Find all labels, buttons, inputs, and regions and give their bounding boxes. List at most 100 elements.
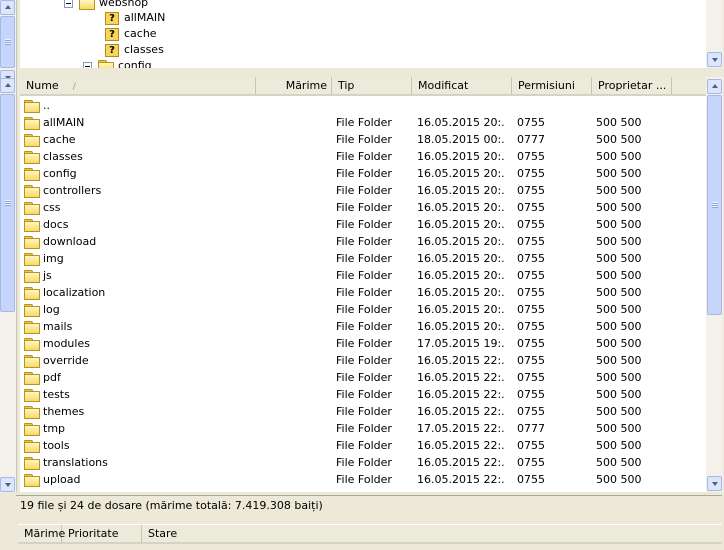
type-cell: File Folder bbox=[336, 269, 392, 282]
modified-cell: 16.05.2015 20:... bbox=[417, 116, 505, 129]
file-name: js bbox=[43, 269, 52, 282]
column-label: Mărime bbox=[285, 79, 327, 92]
type-cell: File Folder bbox=[336, 218, 392, 231]
file-name: log bbox=[43, 303, 60, 316]
table-row[interactable]: docs File Folder 16.05.2015 20:... 0755 500 … bbox=[20, 216, 706, 233]
table-row[interactable]: override File Folder 16.05.2015 22:... 0755… bbox=[20, 352, 706, 369]
scroll-thumb[interactable] bbox=[707, 95, 722, 315]
permissions-cell: 0755 bbox=[517, 439, 545, 452]
name-cell: override bbox=[24, 352, 89, 369]
table-row[interactable]: img File Folder 16.05.2015 20:... 0755 500 5… bbox=[20, 250, 706, 267]
table-row[interactable]: js File Folder 16.05.2015 20:... 0755 500 50… bbox=[20, 267, 706, 284]
queue-column-state[interactable]: Stare bbox=[142, 525, 222, 543]
type-cell: File Folder bbox=[336, 405, 392, 418]
name-cell: tools bbox=[24, 437, 70, 454]
name-cell: .. bbox=[24, 97, 50, 114]
tree-scrollbar[interactable] bbox=[706, 0, 723, 68]
column-label: Mărime bbox=[24, 527, 66, 540]
table-row[interactable]: allMAIN File Folder 16.05.2015 20:... 0755 5… bbox=[20, 114, 706, 131]
scroll-down-button[interactable] bbox=[0, 477, 15, 492]
table-row[interactable]: config File Folder 16.05.2015 20:... 0755 50… bbox=[20, 165, 706, 182]
table-row[interactable]: mails File Folder 16.05.2015 20:... 0755 500… bbox=[20, 318, 706, 335]
permissions-cell: 0755 bbox=[517, 184, 545, 197]
column-label: Permisiuni bbox=[518, 79, 575, 92]
column-label: Tip bbox=[338, 79, 355, 92]
name-cell: pdf bbox=[24, 369, 61, 386]
table-row[interactable]: tools File Folder 16.05.2015 22:... 0755 500… bbox=[20, 437, 706, 454]
column-header-owner[interactable]: Proprietar ... bbox=[592, 77, 672, 94]
folder-icon bbox=[24, 473, 40, 487]
file-name: controllers bbox=[43, 184, 102, 197]
table-row[interactable]: localization File Folder 16.05.2015 20:...… bbox=[20, 284, 706, 301]
table-row[interactable]: classes File Folder 16.05.2015 20:... 0755 5… bbox=[20, 148, 706, 165]
type-cell: File Folder bbox=[336, 388, 392, 401]
name-cell: css bbox=[24, 199, 61, 216]
table-row[interactable]: css File Folder 16.05.2015 20:... 0755 500 5… bbox=[20, 199, 706, 216]
tree-node-config[interactable]: config bbox=[83, 58, 152, 68]
name-cell: controllers bbox=[24, 182, 101, 199]
local-pane-scrollbar[interactable] bbox=[0, 0, 17, 492]
table-row[interactable]: themes File Folder 16.05.2015 22:... 0755 50… bbox=[20, 403, 706, 420]
file-name: override bbox=[43, 354, 89, 367]
scroll-thumb[interactable] bbox=[0, 16, 15, 68]
file-name: tests bbox=[43, 388, 70, 401]
permissions-cell: 0755 bbox=[517, 269, 545, 282]
column-label: Nume bbox=[26, 79, 59, 92]
type-cell: File Folder bbox=[336, 252, 392, 265]
column-label: Prioritate bbox=[68, 527, 119, 540]
folder-icon bbox=[24, 167, 40, 181]
type-cell: File Folder bbox=[336, 439, 392, 452]
column-header-modified[interactable]: Modificat bbox=[412, 77, 512, 94]
tree-node-allmain[interactable]: ? allMAIN bbox=[105, 10, 165, 26]
table-row-parent[interactable]: .. bbox=[20, 97, 706, 114]
column-header-size[interactable]: Mărime bbox=[256, 77, 332, 94]
table-row[interactable]: upload File Folder 16.05.2015 22:... 0755 50… bbox=[20, 471, 706, 488]
tree-node-classes[interactable]: ? classes bbox=[105, 42, 164, 58]
type-cell: File Folder bbox=[336, 201, 392, 214]
permissions-cell: 0755 bbox=[517, 405, 545, 418]
modified-cell: 16.05.2015 22:... bbox=[417, 371, 505, 384]
folder-icon bbox=[24, 218, 40, 232]
queue-column-priority[interactable]: Prioritate bbox=[62, 525, 142, 543]
file-name: upload bbox=[43, 473, 81, 486]
table-row[interactable]: tmp File Folder 17.05.2015 22:... 0777 500 5… bbox=[20, 420, 706, 437]
collapse-icon[interactable] bbox=[83, 61, 92, 68]
table-row[interactable]: modules File Folder 17.05.2015 19:... 0755 5… bbox=[20, 335, 706, 352]
permissions-cell: 0755 bbox=[517, 218, 545, 231]
table-row[interactable]: tests File Folder 16.05.2015 22:... 0755 500… bbox=[20, 386, 706, 403]
owner-cell: 500 500 bbox=[596, 235, 642, 248]
column-header-type[interactable]: Tip bbox=[332, 77, 412, 94]
tree-node-cache[interactable]: ? cache bbox=[105, 26, 157, 42]
column-header-permissions[interactable]: Permisiuni bbox=[512, 77, 592, 94]
file-name: img bbox=[43, 252, 64, 265]
folder-icon bbox=[24, 184, 40, 198]
table-row[interactable]: cache File Folder 18.05.2015 00:... 0777 500… bbox=[20, 131, 706, 148]
folder-icon bbox=[24, 439, 40, 453]
table-row[interactable]: controllers File Folder 16.05.2015 20:... 0… bbox=[20, 182, 706, 199]
scroll-thumb[interactable] bbox=[0, 94, 15, 312]
scroll-down-button[interactable] bbox=[707, 476, 722, 491]
file-name: docs bbox=[43, 218, 69, 231]
file-name: .. bbox=[43, 99, 50, 112]
scroll-up-button[interactable] bbox=[0, 0, 15, 15]
scroll-up-button[interactable] bbox=[707, 79, 722, 94]
file-name: classes bbox=[43, 150, 83, 163]
type-cell: File Folder bbox=[336, 184, 392, 197]
name-cell: tmp bbox=[24, 420, 65, 437]
table-row[interactable]: pdf File Folder 16.05.2015 22:... 0755 500 5… bbox=[20, 369, 706, 386]
table-row[interactable]: download File Folder 16.05.2015 20:... 0755… bbox=[20, 233, 706, 250]
table-row[interactable]: log File Folder 16.05.2015 20:... 0755 500 5… bbox=[20, 301, 706, 318]
owner-cell: 500 500 bbox=[596, 303, 642, 316]
list-scrollbar[interactable] bbox=[706, 77, 723, 492]
folder-icon bbox=[24, 388, 40, 402]
collapse-icon[interactable] bbox=[64, 0, 73, 8]
name-cell: config bbox=[24, 165, 77, 182]
scroll-up-button[interactable] bbox=[0, 78, 15, 93]
scroll-down-button[interactable] bbox=[707, 52, 722, 67]
owner-cell: 500 500 bbox=[596, 405, 642, 418]
table-row[interactable]: translations File Folder 16.05.2015 22:...… bbox=[20, 454, 706, 471]
column-header-name[interactable]: Nume / bbox=[20, 77, 256, 94]
owner-cell: 500 500 bbox=[596, 218, 642, 231]
queue-column-size[interactable]: Mărime bbox=[18, 525, 66, 543]
permissions-cell: 0755 bbox=[517, 320, 545, 333]
